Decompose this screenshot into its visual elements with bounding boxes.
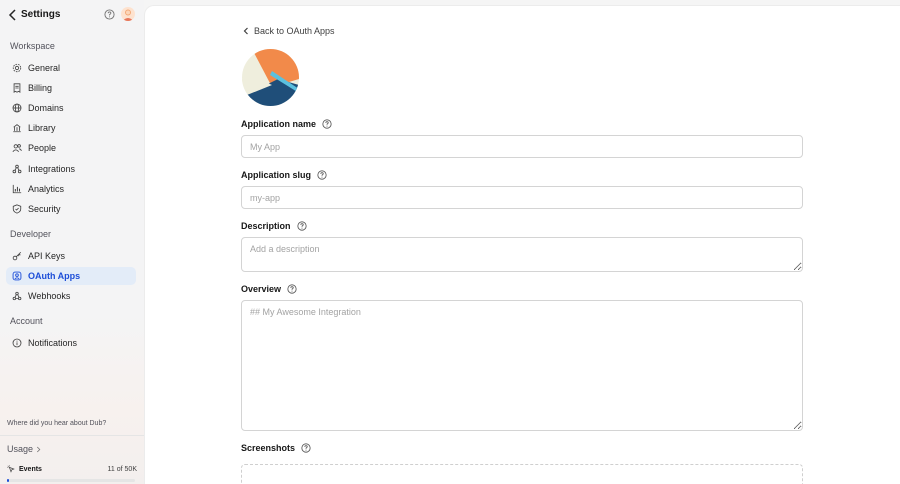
- help-circle-icon[interactable]: [296, 221, 307, 231]
- settings-title: Settings: [21, 9, 61, 20]
- events-progress-fill: [7, 479, 9, 482]
- sidebar-item-oauth-apps[interactable]: OAuth Apps: [6, 267, 136, 285]
- chart-icon: [12, 184, 22, 194]
- avatar[interactable]: [121, 7, 135, 21]
- sidebar-item-general[interactable]: General: [6, 59, 136, 77]
- sidebar-item-security[interactable]: Security: [6, 200, 136, 218]
- sidebar-item-billing[interactable]: Billing: [6, 79, 136, 97]
- sidebar: Settings Workspace General Billing Domai…: [0, 0, 144, 484]
- sidebar-item-notifications[interactable]: Notifications: [6, 334, 136, 352]
- events-usage: Events 11 of 50K: [7, 465, 137, 473]
- field-label-text: Screenshots: [241, 443, 296, 453]
- field-label-text: Application name: [241, 119, 317, 129]
- sidebar-item-label: OAuth Apps: [28, 271, 81, 281]
- sidebar-item-api-keys[interactable]: API Keys: [6, 247, 136, 265]
- sidebar-item-label: API Keys: [28, 251, 66, 261]
- help-circle-icon[interactable]: [287, 284, 297, 294]
- sidebar-item-label: Domains: [28, 103, 64, 113]
- sidebar-item-people[interactable]: People: [6, 139, 136, 157]
- application-slug-input[interactable]: [241, 186, 803, 209]
- chevron-right-icon: [36, 446, 41, 452]
- sidebar-item-label: Security: [28, 204, 61, 214]
- gear-icon: [12, 63, 22, 73]
- field-label-text: Application slug: [241, 170, 312, 180]
- chevron-left-icon[interactable]: [8, 9, 18, 21]
- sidebar-item-label: Notifications: [28, 338, 78, 348]
- sidebar-item-domains[interactable]: Domains: [6, 99, 136, 117]
- events-count: 11 of 50K: [107, 465, 137, 473]
- description-textarea[interactable]: [241, 237, 803, 272]
- sidebar-divider: [0, 435, 144, 436]
- overview-label: Overview: [241, 284, 297, 294]
- sidebar-item-label: Library: [28, 123, 56, 133]
- survey-prompt[interactable]: Where did you hear about Dub?: [7, 420, 106, 427]
- field-label-text: Description: [241, 221, 291, 231]
- application-name-label: Application name: [241, 119, 332, 129]
- globe-icon: [12, 103, 22, 113]
- app-logo-upload[interactable]: [242, 49, 299, 106]
- info-circle-icon: [12, 338, 22, 348]
- sidebar-item-analytics[interactable]: Analytics: [6, 180, 136, 198]
- sidebar-item-webhooks[interactable]: Webhooks: [6, 287, 136, 305]
- sidebar-item-label: General: [28, 63, 61, 73]
- events-label: Events: [19, 465, 42, 473]
- application-name-input[interactable]: [241, 135, 803, 158]
- back-to-oauth-apps-link[interactable]: Back to OAuth Apps: [243, 26, 335, 36]
- help-circle-icon[interactable]: [317, 170, 327, 180]
- sidebar-item-label: Integrations: [28, 164, 76, 174]
- help-circle-icon[interactable]: [301, 443, 311, 453]
- back-link-label: Back to OAuth Apps: [254, 26, 335, 36]
- help-circle-icon[interactable]: [104, 9, 115, 20]
- usage-label: Usage: [7, 444, 34, 454]
- description-label: Description: [241, 221, 307, 231]
- section-label-workspace: Workspace: [10, 41, 55, 51]
- events-progress-bar: [7, 479, 135, 482]
- application-slug-label: Application slug: [241, 170, 327, 180]
- receipt-icon: [13, 83, 21, 93]
- section-label-account: Account: [10, 316, 43, 326]
- field-label-text: Overview: [241, 284, 282, 294]
- sidebar-header: Settings: [0, 0, 144, 30]
- main-panel: Back to OAuth Apps Application name Appl…: [144, 5, 900, 484]
- sidebar-item-library[interactable]: Library: [6, 119, 136, 137]
- sidebar-item-label: People: [28, 143, 57, 153]
- sidebar-item-label: Webhooks: [28, 291, 71, 301]
- overview-textarea[interactable]: [241, 300, 803, 431]
- cursor-click-icon: [7, 465, 15, 473]
- sidebar-item-label: Billing: [28, 83, 53, 93]
- users-icon: [12, 144, 22, 153]
- help-circle-icon[interactable]: [322, 119, 332, 129]
- sidebar-item-label: Analytics: [28, 184, 65, 194]
- oauth-icon: [12, 271, 22, 281]
- key-icon: [12, 251, 22, 261]
- screenshots-label: Screenshots: [241, 443, 311, 453]
- sidebar-item-integrations[interactable]: Integrations: [6, 160, 136, 178]
- webhook-icon: [12, 291, 22, 301]
- usage-link[interactable]: Usage: [7, 444, 41, 454]
- shield-icon: [12, 204, 22, 214]
- integrations-icon: [12, 164, 22, 174]
- section-label-developer: Developer: [10, 229, 52, 239]
- library-icon: [13, 124, 21, 133]
- screenshots-dropzone[interactable]: [241, 464, 803, 484]
- chevron-left-icon: [243, 27, 248, 35]
